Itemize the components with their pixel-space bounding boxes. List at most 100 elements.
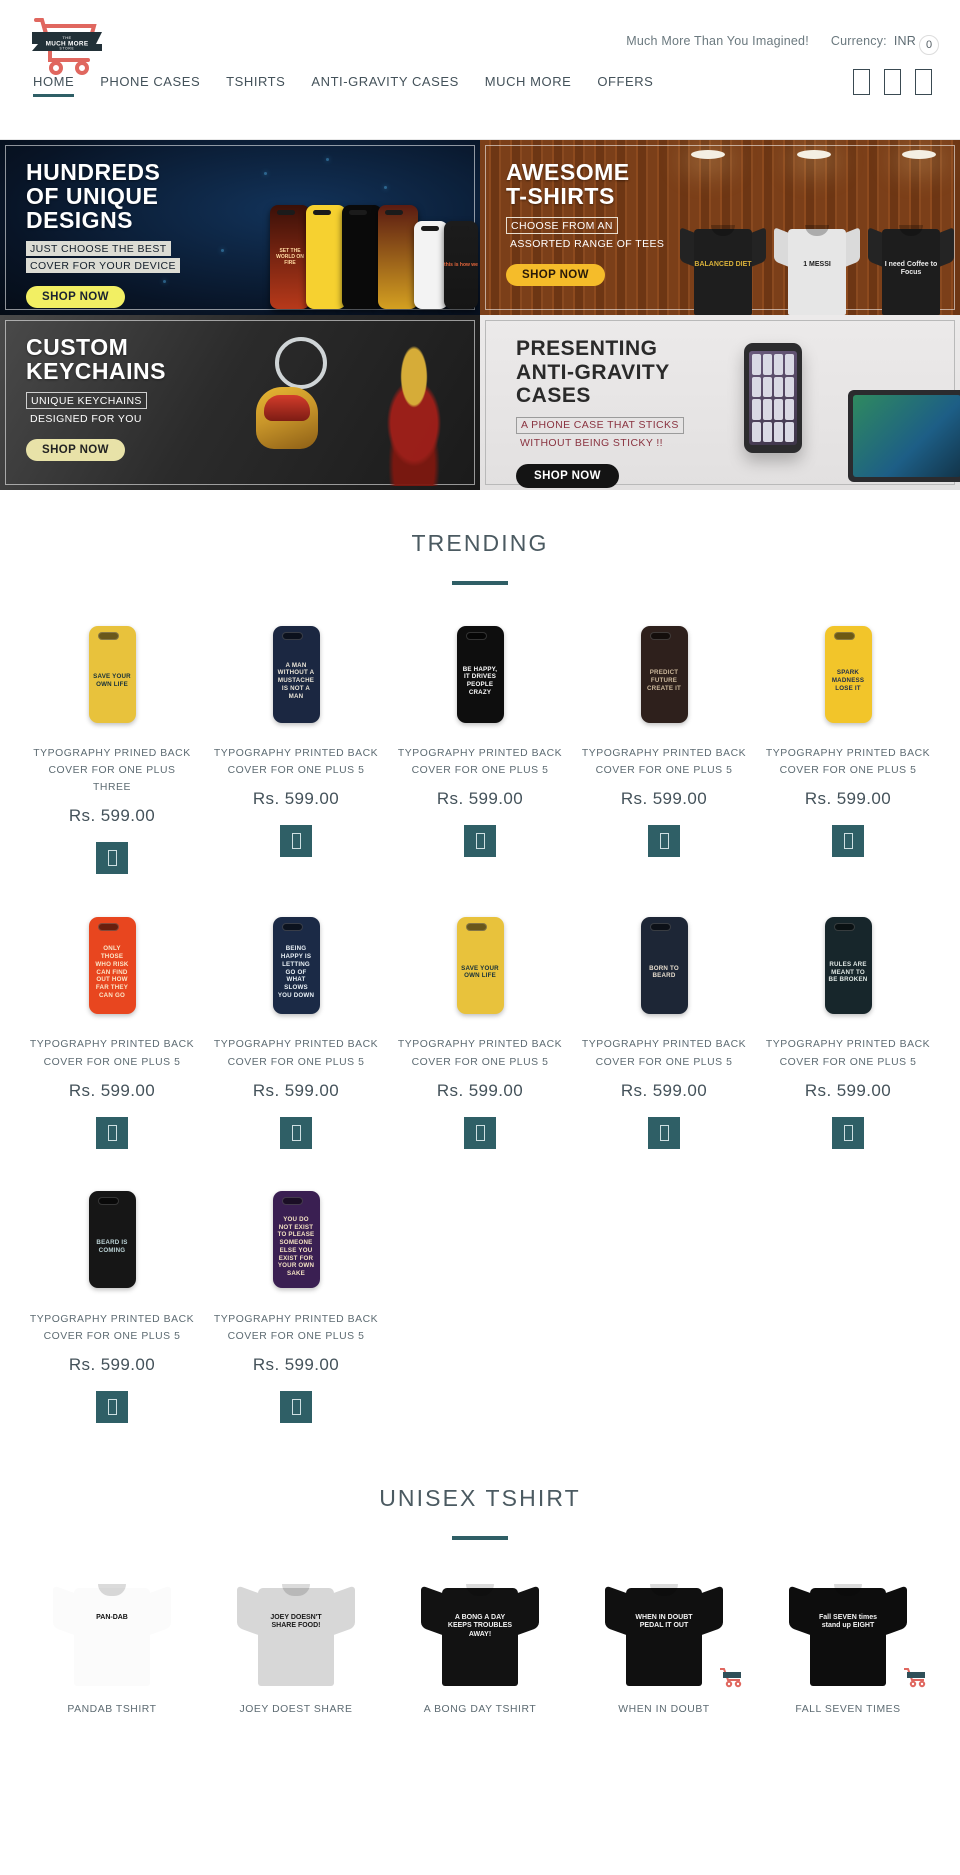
product-image: BEARD IS COMING <box>28 1185 196 1295</box>
add-to-cart-button[interactable] <box>96 842 128 875</box>
product-case-print: BE HAPPY, IT DRIVES PEOPLE CRAZY <box>462 665 498 696</box>
banner3-sub-line2: DESIGNED FOR YOU <box>30 412 142 425</box>
tshirt-name: JOEY DOEST SHARE <box>239 1704 353 1716</box>
tshirt-image: PAN-DAB <box>26 1576 198 1694</box>
product-card[interactable]: SAVE your OWN Life TYPOGRAPHY PRINED BACK… <box>20 607 204 892</box>
trending-title: TRENDING <box>411 530 549 556</box>
promo-banner-grid: SET THE WORLD ON FIRE this is how we HUN… <box>0 140 960 490</box>
cart-button[interactable]: 0 <box>915 35 939 95</box>
laptop-screen-decor <box>853 395 960 477</box>
banner-phone-stack-decor: SET THE WORLD ON FIRE this is how we <box>270 205 478 309</box>
product-card[interactable]: RULES ARE MEANT TO BE BROKEN TYPOGRAPHY P… <box>756 898 940 1166</box>
product-card[interactable]: SAVE your OWN Life TYPOGRAPHY PRINTED BAC… <box>388 898 572 1166</box>
banner3-shop-now-button[interactable]: SHOP NOW <box>26 439 125 462</box>
tshirt-card[interactable]: PAN-DAB PANDAB TSHIRT <box>20 1566 204 1719</box>
product-image: BORN TO BEARD <box>580 910 748 1020</box>
phone-screen-decor <box>749 351 797 445</box>
cart-icon <box>475 1124 485 1141</box>
product-card[interactable]: YOU DO NOT exist TO PLEASE SOMEONE ELSE … <box>204 1173 388 1441</box>
product-image: SPARK MADNESS LOSE IT <box>764 619 932 729</box>
banner2-sub-line2: ASSORTED RANGE OF TEES <box>510 237 665 250</box>
tshirt-card[interactable]: WHEN IN DOUBT PEDAL IT OUT WHEN IN DOUBT <box>572 1566 756 1719</box>
nav-item-much-more[interactable]: MUCH MORE <box>472 68 585 105</box>
product-case-print: BEARD IS COMING <box>96 1239 128 1254</box>
product-card[interactable]: PREDICT FUTURE Create It TYPOGRAPHY PRINT… <box>572 607 756 892</box>
banner4-sub-line2: WITHOUT BEING STICKY !! <box>520 437 663 450</box>
banner4-sub-line1: A PHONE CASE THAT STICKS <box>516 416 684 434</box>
add-to-cart-button[interactable] <box>832 1116 864 1149</box>
product-price: Rs. 599.00 <box>68 1080 156 1100</box>
add-to-cart-button[interactable] <box>280 1391 312 1424</box>
banner-anti-gravity[interactable]: PRESENTING ANTI-GRAVITY CASES A PHONE CA… <box>480 315 960 490</box>
tshirt-card[interactable]: A BONG A DAY KEEPS TROUBLES AWAY! A BONG … <box>388 1566 572 1719</box>
banner4-title-line1: PRESENTING <box>516 337 658 360</box>
banner1-shop-now-button[interactable]: SHOP NOW <box>26 286 125 309</box>
product-case-print: SPARK MADNESS LOSE IT <box>831 669 865 692</box>
product-price: Rs. 599.00 <box>68 806 156 826</box>
site-logo[interactable]: THE MUCH MORE STORE <box>28 14 106 76</box>
banner1-sub-line2: COVER FOR YOUR DEVICE <box>26 258 180 274</box>
product-name: TYPOGRAPHY PRINTED BACK COVER FOR ONE PL… <box>581 748 747 777</box>
product-card[interactable]: BEARD IS COMING TYPOGRAPHY PRINTED BACK C… <box>20 1173 204 1441</box>
product-card[interactable]: SPARK MADNESS LOSE IT TYPOGRAPHY PRINTED … <box>756 607 940 892</box>
product-image: YOU DO NOT exist TO PLEASE SOMEONE ELSE … <box>212 1185 380 1295</box>
add-to-cart-button[interactable] <box>96 1391 128 1424</box>
product-name: TYPOGRAPHY PRINTED BACK COVER FOR ONE PL… <box>397 748 563 777</box>
nav-item-anti-gravity-cases[interactable]: ANTI-GRAVITY CASES <box>298 68 471 105</box>
account-icon[interactable] <box>884 69 901 95</box>
product-image: SAVE your OWN Life <box>396 910 564 1020</box>
unisex-tshirt-grid: PAN-DAB PANDAB TSHIRT JOEY DOESN'T SHARE F… <box>0 1540 960 1719</box>
tshirt-card[interactable]: Fall SEVEN times stand up EIGHT FALL SEVE… <box>756 1566 940 1719</box>
banner-phone-cases-copy: HUNDREDS OF UNIQUE DESIGNS JUST CHOOSE T… <box>26 160 180 309</box>
banner-keychains[interactable]: CUSTOM KEYCHAINS UNIQUE KEYCHAINS DESIGN… <box>0 315 480 490</box>
nav-item-home[interactable]: HOME <box>28 68 87 105</box>
add-to-cart-button[interactable] <box>280 1116 312 1149</box>
ironman-figure-decor <box>366 346 462 486</box>
product-price: Rs. 599.00 <box>68 1355 156 1375</box>
product-name: TYPOGRAPHY PRINTED BACK COVER FOR ONE PL… <box>213 1313 379 1342</box>
tshirt-print: A BONG A DAY KEEPS TROUBLES AWAY! <box>447 1614 513 1638</box>
header-utility-bar: Much More Than You Imagined! Currency: I… <box>626 14 932 48</box>
banner-phone-cases[interactable]: SET THE WORLD ON FIRE this is how we HUN… <box>0 140 480 315</box>
tshirt-card[interactable]: JOEY DOESN'T SHARE FOOD! JOEY DOEST SHARE <box>204 1566 388 1719</box>
add-to-cart-button[interactable] <box>832 825 864 858</box>
banner-keychains-copy: CUSTOM KEYCHAINS UNIQUE KEYCHAINS DESIGN… <box>26 334 166 462</box>
product-image: RULES ARE MEANT TO BE BROKEN <box>764 910 932 1020</box>
banner3-title-line1: CUSTOM <box>26 334 129 360</box>
wall-mounted-phone-decor <box>744 343 802 453</box>
nav-item-offers[interactable]: OFFERS <box>584 68 666 105</box>
product-card[interactable]: A MAN WITHOUT A MUSTACHE IS NOT A MAN TYP… <box>204 607 388 892</box>
product-card[interactable]: Only those who RISK CAN FIND OUT HOW FAR… <box>20 898 204 1166</box>
banner4-shop-now-button[interactable]: SHOP NOW <box>516 463 619 488</box>
nav-item-tshirts[interactable]: TSHIRTS <box>213 68 298 105</box>
product-card[interactable]: BORN TO BEARD TYPOGRAPHY PRINTED BACK COV… <box>572 898 756 1166</box>
add-to-cart-button[interactable] <box>464 1116 496 1149</box>
add-to-cart-button[interactable] <box>96 1116 128 1149</box>
product-card[interactable]: BEING HAPPY IS Letting Go OF WHAT SLOWS … <box>204 898 388 1166</box>
add-to-cart-button[interactable] <box>648 825 680 858</box>
product-case-print: SAVE your OWN Life <box>461 964 499 980</box>
ironman-helmet-keychain-decor <box>256 387 318 449</box>
cart-icon <box>659 833 669 850</box>
search-icon[interactable] <box>853 69 870 95</box>
product-card[interactable]: BE HAPPY, IT DRIVES PEOPLE CRAZY TYPOGRAP… <box>388 607 572 892</box>
add-to-cart-button[interactable] <box>464 825 496 858</box>
cart-icon <box>915 69 932 95</box>
banner-tee-print: I need Coffee to Focus <box>884 261 938 277</box>
product-name: TYPOGRAPHY PRINTED BACK COVER FOR ONE PL… <box>213 1039 379 1068</box>
add-to-cart-button[interactable] <box>648 1116 680 1149</box>
banner-tshirts[interactable]: BALANCED DIET 1 MESSI I need Coffee to F… <box>480 140 960 315</box>
banner-tshirt-row-decor: BALANCED DIET 1 MESSI I need Coffee to F… <box>680 219 954 315</box>
tshirt-name: PANDAB TSHIRT <box>67 1704 157 1716</box>
nav-item-phone-cases[interactable]: PHONE CASES <box>87 68 213 105</box>
add-to-cart-button[interactable] <box>280 825 312 858</box>
shopping-cart-logo-icon: THE MUCH MORE STORE <box>32 18 102 75</box>
banner-anti-gravity-copy: PRESENTING ANTI-GRAVITY CASES A PHONE CA… <box>516 337 684 488</box>
banner2-shop-now-button[interactable]: SHOP NOW <box>506 264 605 287</box>
product-case-print: A MAN WITHOUT A MUSTACHE IS NOT A MAN <box>277 661 315 700</box>
product-price: Rs. 599.00 <box>436 1080 524 1100</box>
tshirt-name: A BONG DAY TSHIRT <box>423 1704 537 1716</box>
product-case-print: BEING HAPPY IS Letting Go OF WHAT SLOWS … <box>277 945 315 999</box>
product-case-print: BORN TO BEARD <box>649 964 679 980</box>
currency-selector[interactable]: Currency: INR <box>831 34 932 48</box>
